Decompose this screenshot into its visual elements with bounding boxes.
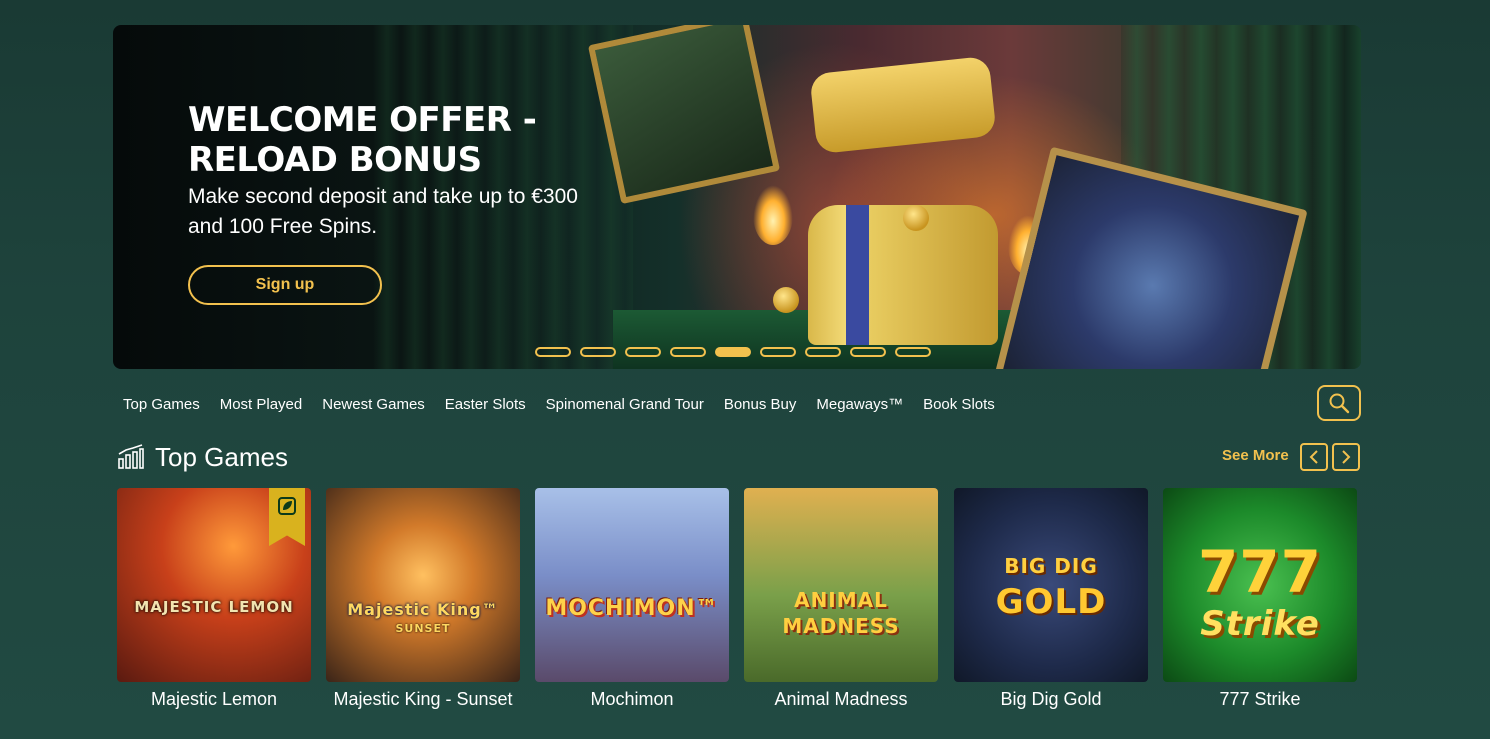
category-nav: Top Games Most Played Newest Games Easte… <box>113 385 1005 423</box>
game-name: Big Dig Gold <box>1000 689 1102 709</box>
game-logo: MOCHIMON™ <box>545 596 719 621</box>
torch-flame <box>753 185 793 245</box>
carousel-dot[interactable] <box>895 347 931 357</box>
game-logo-sub: Strike <box>1200 604 1320 644</box>
game-tile[interactable]: MAJESTIC LEMON Majestic Lemon <box>117 488 311 710</box>
bar-chart-icon <box>118 444 144 469</box>
section-title: Top Games <box>155 441 288 472</box>
game-tile[interactable]: 777 Strike 777 Strike <box>1163 488 1357 710</box>
game-logo: MAJESTIC LEMON <box>134 598 294 616</box>
category-top-games[interactable]: Top Games <box>113 396 210 413</box>
carousel-dot[interactable] <box>580 347 616 357</box>
category-book-slots[interactable]: Book Slots <box>913 396 1005 413</box>
see-more-link[interactable]: See More <box>1222 447 1289 464</box>
carousel-dot[interactable] <box>760 347 796 357</box>
game-tile[interactable]: Majestic King™ SUNSET Majestic King - Su… <box>326 488 520 710</box>
carousel-dot[interactable] <box>625 347 661 357</box>
hero-subtitle: Make second deposit and take up to €300 … <box>188 185 578 238</box>
badge-ribbon <box>269 488 305 546</box>
game-logo: BIG DIG <box>1004 554 1098 578</box>
game-logo-sub: MADNESS <box>782 614 900 638</box>
hero-banner: WELCOME OFFER - RELOAD BONUS Make second… <box>113 25 1361 369</box>
category-bonus-buy[interactable]: Bonus Buy <box>714 396 807 413</box>
section-header: Top Games <box>117 440 288 474</box>
coin-illustration <box>903 205 929 231</box>
category-easter-slots[interactable]: Easter Slots <box>435 396 536 413</box>
game-logo-sub: GOLD <box>995 582 1107 622</box>
search-button[interactable] <box>1317 385 1361 421</box>
game-name: Mochimon <box>590 689 674 709</box>
game-tile[interactable]: BIG DIG GOLD Big Dig Gold <box>954 488 1148 710</box>
game-thumbnail[interactable]: BIG DIG GOLD <box>954 488 1148 682</box>
carousel-dot[interactable] <box>715 347 751 357</box>
hero-title: WELCOME OFFER - RELOAD BONUS <box>188 100 537 180</box>
game-tile[interactable]: ANIMAL MADNESS Animal Madness <box>744 488 938 710</box>
category-megaways[interactable]: Megaways™ <box>806 396 913 413</box>
game-thumbnail[interactable]: MAJESTIC LEMON <box>117 488 311 682</box>
game-thumbnail[interactable]: Majestic King™ SUNSET <box>326 488 520 682</box>
game-logo: ANIMAL <box>794 588 888 612</box>
lemon-badge-icon <box>278 497 296 515</box>
game-name: Majestic King - Sunset <box>333 689 513 709</box>
search-icon <box>1329 393 1350 414</box>
carousel-dot[interactable] <box>670 347 706 357</box>
sign-up-button[interactable]: Sign up <box>188 265 382 305</box>
category-spinomenal-grand-tour[interactable]: Spinomenal Grand Tour <box>536 396 714 413</box>
game-thumbnail[interactable]: 777 Strike <box>1163 488 1357 682</box>
coin-illustration <box>773 287 799 313</box>
game-logo-sub: SUNSET <box>395 622 451 635</box>
category-most-played[interactable]: Most Played <box>210 396 313 413</box>
game-name: Animal Madness <box>774 689 908 709</box>
next-button[interactable] <box>1332 443 1360 471</box>
game-logo: 777 <box>1197 538 1323 606</box>
game-name: 777 Strike <box>1219 689 1301 709</box>
prev-button[interactable] <box>1300 443 1328 471</box>
game-name: Majestic Lemon <box>150 689 278 709</box>
game-logo: Majestic King™ <box>347 600 499 619</box>
category-newest-games[interactable]: Newest Games <box>312 396 435 413</box>
game-thumbnail[interactable]: ANIMAL MADNESS <box>744 488 938 682</box>
carousel-indicators <box>535 347 931 357</box>
chevron-right-icon <box>1342 450 1351 464</box>
game-thumbnail[interactable]: MOCHIMON™ <box>535 488 729 682</box>
carousel-dot[interactable] <box>805 347 841 357</box>
carousel-dot[interactable] <box>850 347 886 357</box>
gift-box-illustration <box>803 55 1003 345</box>
game-tile[interactable]: MOCHIMON™ Mochimon <box>535 488 729 710</box>
carousel-dot[interactable] <box>535 347 571 357</box>
chevron-left-icon <box>1309 450 1318 464</box>
